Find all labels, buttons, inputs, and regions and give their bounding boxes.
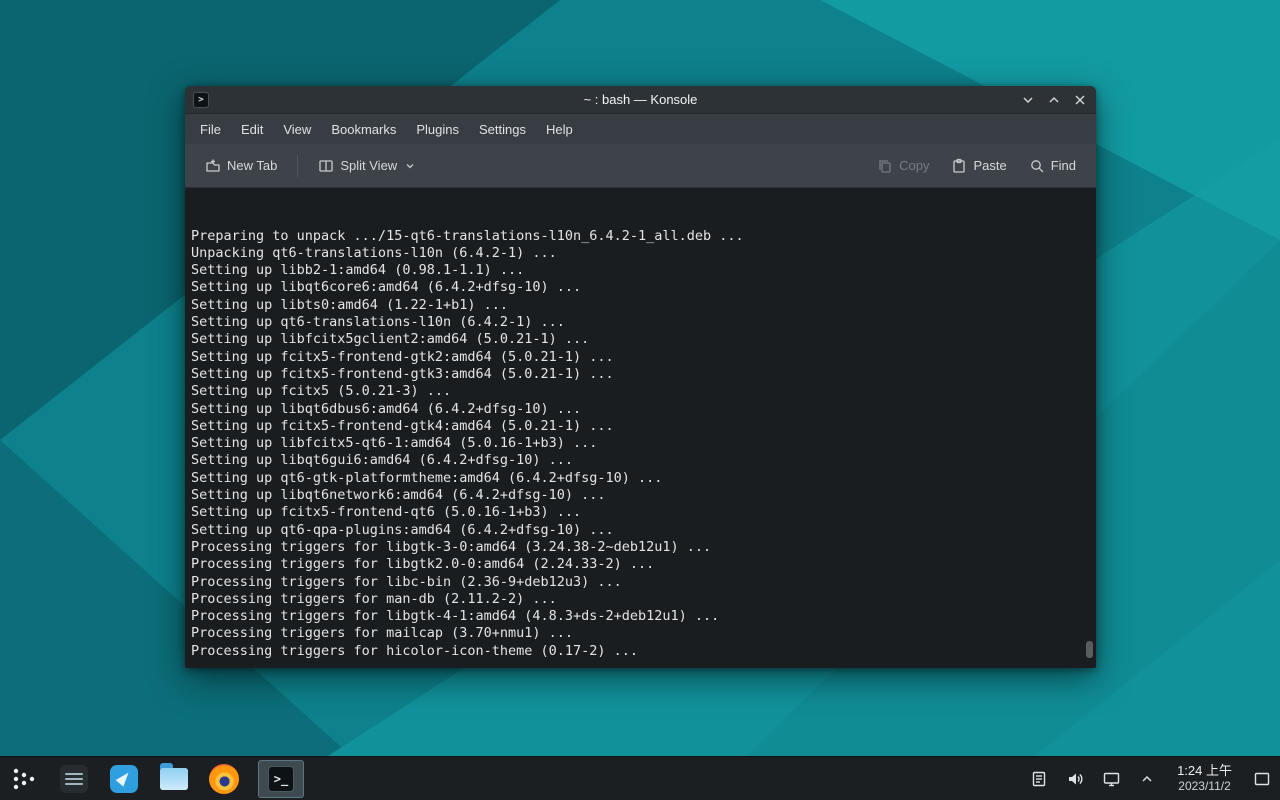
discover-icon <box>110 765 138 793</box>
terminal-line: Setting up fcitx5-frontend-gtk4:amd64 (5… <box>191 418 1082 435</box>
copy-icon <box>877 158 893 174</box>
app-launcher-icon <box>11 766 37 792</box>
terminal-line: Setting up fcitx5-frontend-gtk2:amd64 (5… <box>191 349 1082 366</box>
konsole-app-icon: > <box>193 92 209 108</box>
menubar: FileEditViewBookmarksPluginsSettingsHelp <box>185 114 1096 144</box>
task-konsole[interactable]: >_ <box>258 760 304 798</box>
show-desktop-button[interactable] <box>1252 769 1272 789</box>
discover-button[interactable] <box>108 763 140 795</box>
folder-icon <box>160 768 188 790</box>
split-view-icon <box>318 158 334 174</box>
terminal-line: Setting up libfcitx5gclient2:amd64 (5.0.… <box>191 331 1082 348</box>
window-title: ~ : bash — Konsole <box>185 92 1096 107</box>
new-tab-icon <box>205 158 221 174</box>
show-desktop-icon <box>1253 771 1271 787</box>
close-button[interactable] <box>1072 92 1088 108</box>
terminal-line: Unpacking qt6-translations-l10n (6.4.2-1… <box>191 245 1082 262</box>
chevron-down-icon <box>1022 94 1034 106</box>
new-tab-label: New Tab <box>227 158 277 173</box>
notifications-icon <box>1030 770 1048 788</box>
toolbar-separator <box>297 155 298 177</box>
paste-icon <box>951 158 967 174</box>
titlebar[interactable]: > ~ : bash — Konsole <box>185 86 1096 114</box>
terminal-line: Processing triggers for libgtk2.0-0:amd6… <box>191 556 1082 573</box>
terminal-line: Setting up libqt6gui6:amd64 (6.4.2+dfsg-… <box>191 452 1082 469</box>
display-button[interactable] <box>1101 769 1121 789</box>
terminal-line: Processing triggers for mailcap (3.70+nm… <box>191 625 1082 642</box>
firefox-icon <box>209 764 239 794</box>
chevron-down-icon <box>405 161 415 171</box>
menu-item-bookmarks[interactable]: Bookmarks <box>322 118 405 141</box>
terminal-line: Setting up fcitx5 (5.0.21-3) ... <box>191 383 1082 400</box>
menu-item-edit[interactable]: Edit <box>232 118 272 141</box>
terminal-line: Setting up libb2-1:amd64 (0.98.1-1.1) ..… <box>191 262 1082 279</box>
split-view-button[interactable]: Split View <box>310 152 423 180</box>
menu-item-help[interactable]: Help <box>537 118 582 141</box>
clock-time: 1:24 上午 <box>1177 763 1232 779</box>
terminal-line: Setting up fcitx5-frontend-qt6 (5.0.16-1… <box>191 504 1082 521</box>
new-tab-button[interactable]: New Tab <box>197 152 285 180</box>
terminal-lines: Preparing to unpack .../15-qt6-translati… <box>191 228 1082 660</box>
paste-label: Paste <box>973 158 1006 173</box>
file-manager-button[interactable] <box>158 763 190 795</box>
search-icon <box>1029 158 1045 174</box>
clock[interactable]: 1:24 上午 2023/11/2 <box>1173 763 1236 794</box>
window-list-button[interactable] <box>58 763 90 795</box>
konsole-task-icon: >_ <box>268 766 294 792</box>
terminal-line: Processing triggers for man-db (2.11.2-2… <box>191 591 1082 608</box>
system-tray: 1:24 上午 2023/11/2 <box>1029 763 1272 794</box>
terminal-line: Setting up qt6-qpa-plugins:amd64 (6.4.2+… <box>191 522 1082 539</box>
terminal-line: Processing triggers for libc-bin (2.36-9… <box>191 574 1082 591</box>
taskbar: >_ 1:24 上午 2023/11/2 <box>0 756 1280 800</box>
menu-item-file[interactable]: File <box>191 118 230 141</box>
menu-item-view[interactable]: View <box>274 118 320 141</box>
copy-button[interactable]: Copy <box>869 152 937 180</box>
terminal-output[interactable]: Preparing to unpack .../15-qt6-translati… <box>185 188 1096 668</box>
chevron-up-icon <box>1140 772 1154 786</box>
terminal-scrollbar[interactable] <box>1086 641 1093 658</box>
window-list-icon <box>60 765 88 793</box>
app-launcher-button[interactable] <box>8 763 40 795</box>
display-icon <box>1102 770 1121 788</box>
close-icon <box>1074 94 1086 106</box>
volume-button[interactable] <box>1065 769 1085 789</box>
terminal-line: Setting up qt6-translations-l10n (6.4.2-… <box>191 314 1082 331</box>
clock-date: 2023/11/2 <box>1177 779 1232 794</box>
terminal-line: Processing triggers for hicolor-icon-the… <box>191 643 1082 660</box>
terminal-line: Setting up libts0:amd64 (1.22-1+b1) ... <box>191 297 1082 314</box>
terminal-line: Preparing to unpack .../15-qt6-translati… <box>191 228 1082 245</box>
menu-item-plugins[interactable]: Plugins <box>407 118 468 141</box>
minimize-button[interactable] <box>1020 92 1036 108</box>
find-button[interactable]: Find <box>1021 152 1084 180</box>
split-view-label: Split View <box>340 158 397 173</box>
terminal-line: Setting up fcitx5-frontend-gtk3:amd64 (5… <box>191 366 1082 383</box>
volume-icon <box>1066 770 1084 788</box>
terminal-line: Setting up libqt6dbus6:amd64 (6.4.2+dfsg… <box>191 401 1082 418</box>
expand-tray-button[interactable] <box>1137 769 1157 789</box>
terminal-line: Setting up libqt6network6:amd64 (6.4.2+d… <box>191 487 1082 504</box>
terminal-line: Processing triggers for libgtk-4-1:amd64… <box>191 608 1082 625</box>
terminal-line: Setting up libfcitx5-qt6-1:amd64 (5.0.16… <box>191 435 1082 452</box>
firefox-button[interactable] <box>208 763 240 795</box>
chevron-up-icon <box>1048 94 1060 106</box>
find-label: Find <box>1051 158 1076 173</box>
terminal-line: Setting up libqt6core6:amd64 (6.4.2+dfsg… <box>191 279 1082 296</box>
menu-item-settings[interactable]: Settings <box>470 118 535 141</box>
toolbar: New Tab Split View Copy Paste <box>185 144 1096 188</box>
terminal-line: Processing triggers for libgtk-3-0:amd64… <box>191 539 1082 556</box>
maximize-button[interactable] <box>1046 92 1062 108</box>
copy-label: Copy <box>899 158 929 173</box>
konsole-window: > ~ : bash — Konsole FileEditViewBookmar… <box>185 86 1096 668</box>
terminal-line: Setting up qt6-gtk-platformtheme:amd64 (… <box>191 470 1082 487</box>
notifications-button[interactable] <box>1029 769 1049 789</box>
paste-button[interactable]: Paste <box>943 152 1014 180</box>
